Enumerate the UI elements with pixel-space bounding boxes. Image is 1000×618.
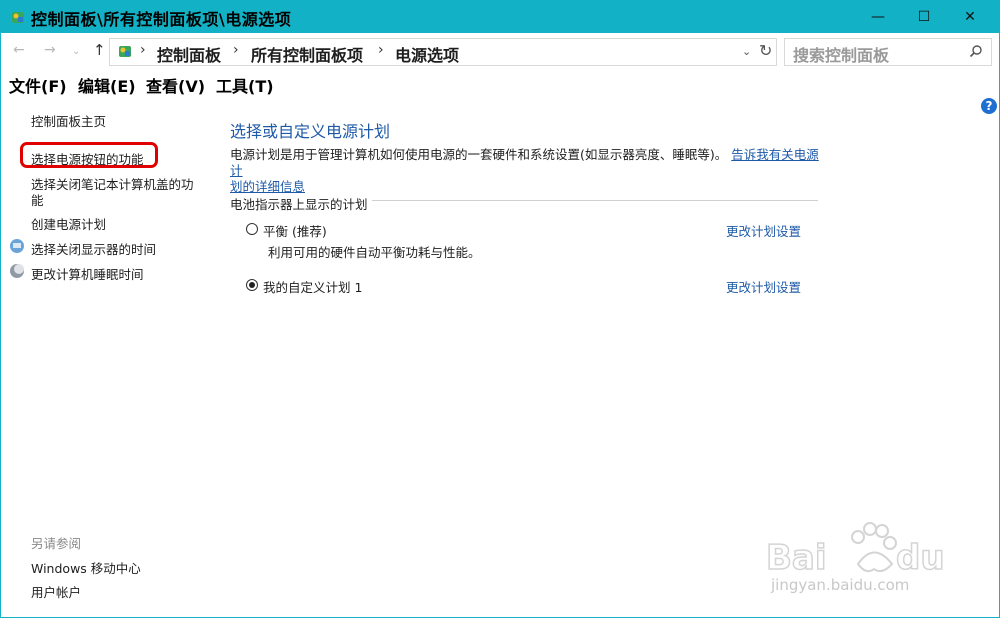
see-also-heading: 另请参阅: [31, 536, 82, 551]
sleep-icon: [10, 264, 24, 278]
address-box[interactable]: › 控制面板 › 所有控制面板项 › 电源选项 ⌄ ↻: [109, 38, 777, 66]
control-panel-icon: [12, 12, 24, 23]
menu-edit[interactable]: 编辑(E): [78, 73, 136, 97]
address-toolbar: ← → ⌄ ↑ › 控制面板 › 所有控制面板项 › 电源选项 ⌄ ↻ 搜索控制…: [1, 33, 999, 69]
search-placeholder: 搜索控制面板: [793, 46, 890, 65]
recent-locations-button[interactable]: ⌄: [72, 46, 80, 57]
plan-balanced-radio[interactable]: [246, 223, 258, 235]
menu-file[interactable]: 文件(F): [9, 73, 67, 97]
back-button[interactable]: ←: [13, 42, 25, 58]
breadcrumb-control-panel[interactable]: 控制面板: [157, 42, 221, 66]
sidebar-item-lid-close-cont[interactable]: 能: [31, 190, 44, 209]
control-panel-window: 控制面板\所有控制面板项\电源选项 — ☐ ✕ ← → ⌄ ↑ › 控制面板 ›…: [0, 0, 1000, 618]
see-also-mobility-center[interactable]: Windows 移动中心: [31, 558, 141, 577]
menu-bar: 文件(F) 编辑(E) 查看(V) 工具(T): [1, 69, 999, 97]
watermark-url: jingyan.baidu.com: [771, 576, 910, 594]
address-dropdown-button[interactable]: ⌄: [742, 45, 751, 58]
see-also-user-accounts[interactable]: 用户帐户: [31, 582, 81, 601]
svg-text:du: du: [896, 538, 945, 578]
search-icon[interactable]: [969, 44, 983, 58]
sidebar-item-lid-close[interactable]: 选择关闭笔记本计算机盖的功: [31, 174, 194, 193]
refresh-button[interactable]: ↻: [759, 41, 772, 60]
learn-more-link-cont[interactable]: 划的详细信息: [230, 179, 305, 194]
up-button[interactable]: ↑: [93, 41, 106, 59]
plan-balanced-settings-link[interactable]: 更改计划设置: [726, 221, 801, 240]
plan-balanced-name[interactable]: 平衡 (推荐): [263, 221, 327, 240]
window-title: 控制面板\所有控制面板项\电源选项: [31, 10, 292, 29]
help-icon[interactable]: ?: [981, 98, 997, 114]
search-input[interactable]: 搜索控制面板: [784, 38, 992, 66]
page-description: 电源计划是用于管理计算机如何使用电源的一套硬件和系统设置(如显示器亮度、睡眠等)…: [230, 147, 830, 195]
description-text: 电源计划是用于管理计算机如何使用电源的一套硬件和系统设置(如显示器亮度、睡眠等)…: [230, 147, 728, 162]
breadcrumb-all-items[interactable]: 所有控制面板项: [251, 42, 363, 66]
control-panel-icon: [119, 46, 131, 57]
maximize-button[interactable]: ☐: [901, 1, 947, 33]
sidebar-item-sleep-time[interactable]: 更改计算机睡眠时间: [31, 264, 144, 283]
sidebar-item-power-button[interactable]: 选择电源按钮的功能: [31, 149, 144, 168]
breadcrumb-separator[interactable]: ›: [378, 42, 384, 58]
plan-balanced-description: 利用可用的硬件自动平衡功耗与性能。: [268, 245, 481, 260]
title-bar: 控制面板\所有控制面板项\电源选项 — ☐ ✕: [1, 1, 999, 33]
minimize-button[interactable]: —: [855, 1, 901, 33]
svg-text:Bai: Bai: [766, 538, 827, 578]
menu-view[interactable]: 查看(V): [146, 73, 205, 97]
section-heading: 电池指示器上显示的计划: [230, 197, 368, 212]
breadcrumb-power-options[interactable]: 电源选项: [395, 42, 459, 66]
page-title: 选择或自定义电源计划: [230, 122, 391, 141]
display-icon: [10, 239, 24, 253]
forward-button[interactable]: →: [44, 42, 56, 58]
sidebar-home-link[interactable]: 控制面板主页: [31, 111, 106, 130]
section-divider: [372, 200, 818, 201]
baidu-watermark-logo: Bai du: [766, 522, 945, 579]
breadcrumb-separator[interactable]: ›: [140, 42, 146, 58]
sidebar-item-display-off[interactable]: 选择关闭显示器的时间: [31, 239, 156, 258]
breadcrumb-separator[interactable]: ›: [233, 42, 239, 58]
close-button[interactable]: ✕: [947, 1, 993, 33]
plan-custom-settings-link[interactable]: 更改计划设置: [726, 277, 801, 296]
plan-custom-name[interactable]: 我的自定义计划 1: [263, 277, 362, 296]
sidebar-item-create-plan[interactable]: 创建电源计划: [31, 214, 106, 233]
menu-tools[interactable]: 工具(T): [216, 73, 274, 97]
plan-custom-radio[interactable]: [246, 279, 258, 291]
